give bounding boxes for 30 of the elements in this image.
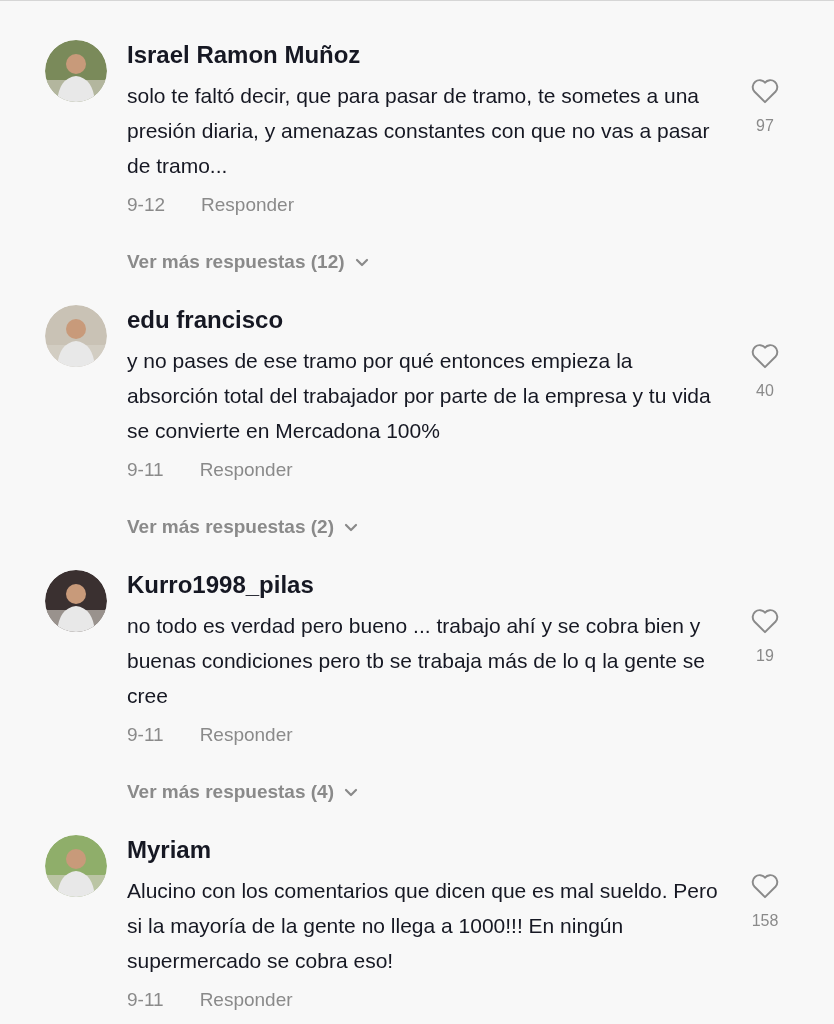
reply-button[interactable]: Responder [201, 190, 294, 220]
like-count: 40 [756, 381, 774, 401]
heart-icon[interactable] [750, 607, 780, 634]
like-count: 158 [751, 911, 779, 931]
comment-text: no todo es verdad pero bueno ... trabajo ahí y se cobra bien y buenas condiciones pero tb se trabaja más de lo q la gente se cree [127, 613, 706, 709]
more-replies-button[interactable]: Ver más respuestas (4) [127, 777, 358, 807]
more-replies-button[interactable]: Ver más respuestas (12) [127, 247, 369, 277]
username[interactable]: Kurro1998_pilas [127, 568, 735, 602]
username[interactable]: Israel Ramon Muñoz [127, 38, 735, 72]
comment-text: solo te faltó decir, que para pasar de tramo, te sometes a una presión diaria, y amenazas constantes con que no vas a pasar de tramo... [127, 83, 711, 179]
heart-icon[interactable] [750, 342, 780, 369]
reply-button[interactable]: Responder [199, 985, 293, 1015]
comment-date: 9-11 [127, 458, 164, 482]
more-replies-button[interactable]: Ver más respuestas (2) [127, 512, 358, 542]
heart-icon[interactable] [750, 872, 780, 899]
comment-date: 9-11 [127, 988, 164, 1012]
comment-date: 9-11 [127, 723, 164, 747]
comment-date: 9-12 [127, 193, 166, 217]
username[interactable]: Myriam [127, 833, 735, 867]
username[interactable]: edu francisco [127, 303, 735, 337]
heart-icon[interactable] [750, 77, 780, 104]
like-count: 19 [756, 646, 774, 666]
comment-text: Alucino con los comentarios que dicen que es mal sueldo. Pero si la mayoría de la gente no llega a 1000!!! En ningún supermercado se cobra eso! [127, 878, 719, 974]
reply-button[interactable]: Responder [199, 720, 293, 750]
comment-text: y no pases de ese tramo por qué entonces empieza la absorción total del trabajador por parte de la empresa y tu vida se convierte en Mercadona 100% [127, 348, 712, 444]
reply-button[interactable]: Responder [199, 455, 293, 485]
like-count: 97 [756, 116, 774, 136]
chevron-down-icon [344, 787, 358, 797]
chevron-down-icon [354, 257, 369, 267]
chevron-down-icon [344, 522, 358, 532]
